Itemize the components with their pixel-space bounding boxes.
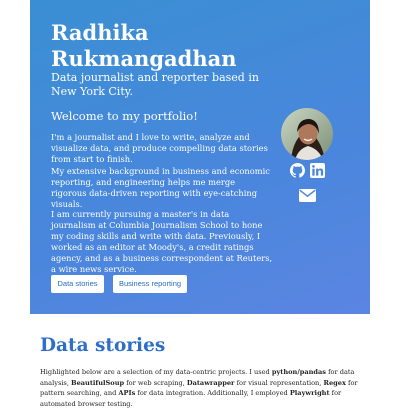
avatar bbox=[281, 108, 333, 160]
bio-paragraph: I'm a journalist and I love to write, an… bbox=[51, 132, 268, 164]
hero-section: Radhika Rukmangadhan Data journalist and… bbox=[30, 0, 370, 314]
author-name: Radhika Rukmangadhan bbox=[51, 20, 237, 71]
linkedin-icon[interactable] bbox=[310, 163, 325, 178]
welcome-text: Welcome to my portfolio! bbox=[51, 109, 198, 123]
business-reporting-button[interactable]: Business reporting bbox=[113, 275, 187, 293]
email-icon[interactable] bbox=[299, 187, 316, 202]
data-stories-intro: Highlighted below are a selection of my … bbox=[40, 368, 358, 409]
github-icon[interactable] bbox=[290, 163, 305, 178]
data-stories-button[interactable]: Data stories bbox=[51, 275, 104, 293]
section-title: Data stories bbox=[40, 335, 166, 356]
bio-paragraph: I am currently pursuing a master's in da… bbox=[51, 209, 273, 274]
bio-paragraph: My extensive background in business and … bbox=[51, 166, 270, 209]
tagline: Data journalist and reporter based in Ne… bbox=[51, 71, 259, 98]
